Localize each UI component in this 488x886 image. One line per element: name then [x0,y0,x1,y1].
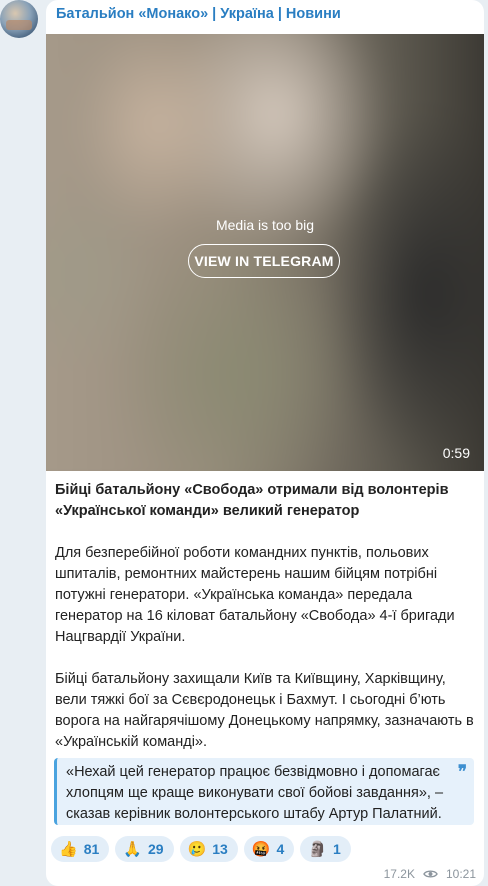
video-preview[interactable]: Media is too big VIEW IN TELEGRAM 0:59 [46,34,484,471]
eye-icon [423,870,438,878]
reactions-bar: 👍 81 🙏 29 🥲 13 🤬 4 🗿 1 [51,836,351,862]
smiling-tear-icon: 🥲 [187,839,207,858]
video-duration: 0:59 [442,445,470,461]
view-count: 17.2K [383,867,415,881]
reaction-count: 81 [83,841,100,857]
reaction-count: 13 [212,841,228,857]
reaction-count: 1 [332,841,341,857]
post-paragraph-1: Для безперебійної роботи командних пункт… [55,545,455,645]
channel-avatar[interactable] [0,0,38,38]
thumbs-up-icon: 👍 [59,839,78,858]
folded-hands-icon: 🙏 [123,839,142,858]
post-paragraph-2: Бійці батальйону захищали Київ та Київщи… [55,671,474,750]
media-too-big-message: Media is too big [215,217,315,233]
reaction-moai[interactable]: 🗿 1 [300,836,351,862]
message-time: 10:21 [445,867,476,881]
reaction-folded-hands[interactable]: 🙏 29 [115,836,174,862]
moai-icon: 🗿 [308,839,327,858]
quote-icon: ❞ [457,762,467,781]
reaction-cursing-face[interactable]: 🤬 4 [243,836,295,862]
view-in-telegram-button[interactable]: VIEW IN TELEGRAM [188,244,340,278]
post-text: Бійці батальйону «Свобода» отримали від … [55,480,479,774]
message-bubble: Батальйон «Монако» | Україна | Новини Me… [46,0,484,886]
reaction-count: 4 [276,841,285,857]
post-title: Бійці батальйону «Свобода» отримали від … [55,482,449,519]
message-footer: 17.2K 10:21 [384,867,476,881]
cursing-face-icon: 🤬 [251,839,271,858]
channel-name[interactable]: Батальйон «Монако» | Україна | Новини [56,6,341,22]
blockquote: «Нехай цей генератор працює безвідмовно … [54,758,474,825]
reaction-thumbs-up[interactable]: 👍 81 [51,836,110,862]
quote-text: «Нехай цей генератор працює безвідмовно … [66,764,444,822]
reaction-count: 29 [147,841,164,857]
reaction-smiling-tear[interactable]: 🥲 13 [179,836,238,862]
